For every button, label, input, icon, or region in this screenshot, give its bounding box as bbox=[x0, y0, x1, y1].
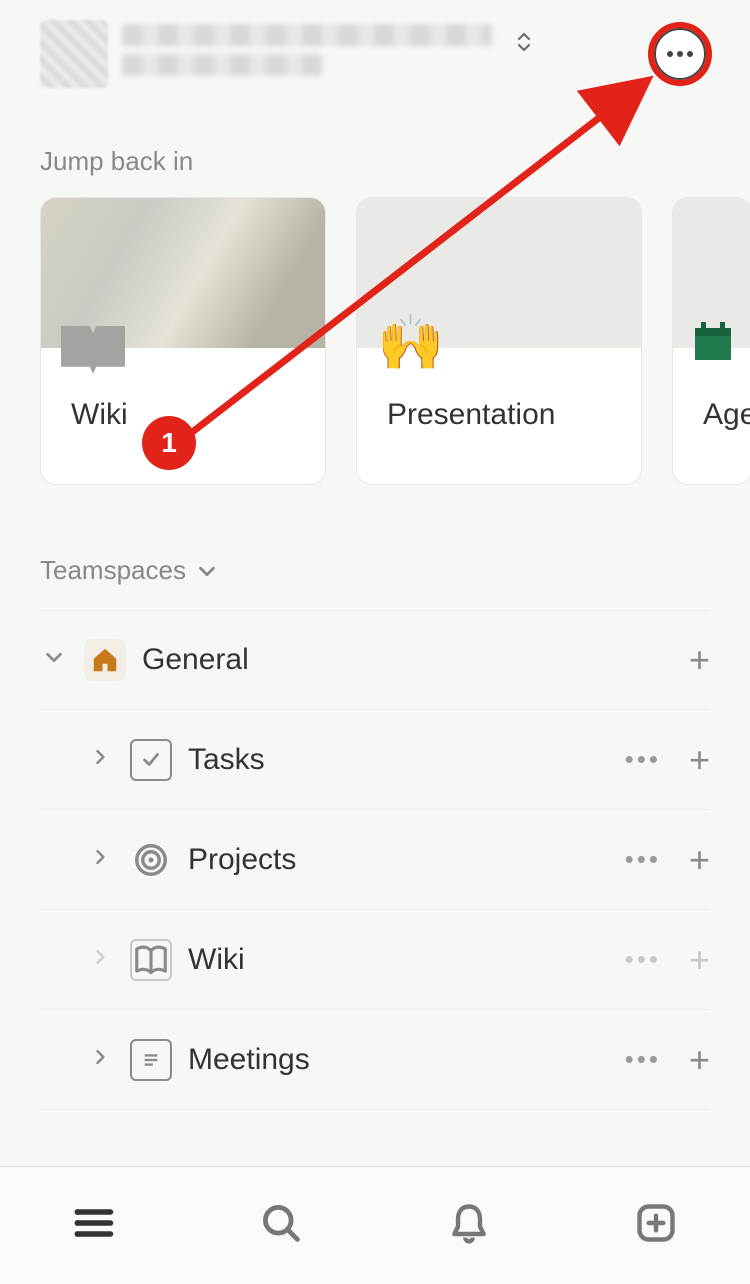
page-row-meetings[interactable]: Meetings ••• + bbox=[40, 1010, 710, 1110]
open-book-icon bbox=[130, 939, 172, 981]
page-more-icon[interactable]: ••• bbox=[625, 844, 661, 875]
workspace-name-line2 bbox=[122, 54, 322, 76]
workspace-name-line1 bbox=[122, 24, 492, 46]
jump-back-in-title: Jump back in bbox=[0, 98, 750, 197]
chevron-right-icon[interactable] bbox=[86, 746, 114, 774]
jump-card-agenda[interactable]: Age bbox=[672, 197, 750, 485]
chevron-down-icon bbox=[196, 560, 218, 582]
home-icon bbox=[84, 639, 126, 681]
teamspace-tree: General + Tasks ••• + Projects ••• + bbox=[0, 610, 750, 1110]
workspace-header bbox=[0, 0, 750, 98]
page-more-icon[interactable]: ••• bbox=[625, 1044, 661, 1075]
page-label: Meetings bbox=[188, 1043, 609, 1077]
chevron-right-icon[interactable] bbox=[86, 1046, 114, 1074]
teamspace-general[interactable]: General + bbox=[40, 610, 710, 710]
jump-back-in-row: Wiki 🙌 Presentation Age bbox=[0, 197, 750, 485]
page-label: Wiki bbox=[188, 943, 609, 977]
calendar-icon bbox=[689, 318, 737, 375]
annotation-badge: 1 bbox=[142, 416, 196, 470]
card-title: Age bbox=[703, 398, 750, 432]
chevron-right-icon[interactable] bbox=[86, 846, 114, 874]
teamspaces-label: Teamspaces bbox=[40, 555, 186, 586]
teamspaces-header[interactable]: Teamspaces bbox=[0, 485, 750, 610]
workspace-avatar[interactable] bbox=[40, 20, 108, 88]
tab-search-icon[interactable] bbox=[259, 1201, 303, 1250]
bottom-tab-bar bbox=[0, 1166, 750, 1284]
page-more-icon[interactable]: ••• bbox=[625, 944, 661, 975]
add-subpage-button[interactable]: + bbox=[689, 1039, 710, 1081]
raising-hands-icon: 🙌 bbox=[377, 316, 444, 370]
page-label: Tasks bbox=[188, 743, 609, 777]
card-title: Wiki bbox=[71, 398, 128, 432]
page-row-projects[interactable]: Projects ••• + bbox=[40, 810, 710, 910]
page-label: Projects bbox=[188, 843, 609, 877]
card-title: Presentation bbox=[387, 398, 555, 432]
add-subpage-button[interactable]: + bbox=[689, 739, 710, 781]
tab-home-icon[interactable] bbox=[72, 1201, 116, 1250]
add-page-button[interactable]: + bbox=[689, 639, 710, 681]
workspace-title-block[interactable] bbox=[122, 24, 710, 84]
checkbox-icon bbox=[130, 739, 172, 781]
tab-notifications-icon[interactable] bbox=[447, 1201, 491, 1250]
add-subpage-button[interactable]: + bbox=[689, 939, 710, 981]
page-row-wiki[interactable]: Wiki ••• + bbox=[40, 910, 710, 1010]
target-icon bbox=[130, 839, 172, 881]
tab-new-page-icon[interactable] bbox=[634, 1201, 678, 1250]
more-options-button[interactable] bbox=[654, 28, 706, 80]
book-icon bbox=[61, 326, 125, 374]
teamspace-label: General bbox=[142, 643, 673, 677]
chevron-down-icon[interactable] bbox=[40, 646, 68, 675]
chevron-right-icon[interactable] bbox=[86, 946, 114, 974]
page-row-tasks[interactable]: Tasks ••• + bbox=[40, 710, 710, 810]
page-more-icon[interactable]: ••• bbox=[625, 744, 661, 775]
card-cover-image bbox=[41, 198, 325, 348]
workspace-switcher-icon[interactable] bbox=[515, 28, 533, 56]
jump-card-presentation[interactable]: 🙌 Presentation bbox=[356, 197, 642, 485]
document-icon bbox=[130, 1039, 172, 1081]
add-subpage-button[interactable]: + bbox=[689, 839, 710, 881]
